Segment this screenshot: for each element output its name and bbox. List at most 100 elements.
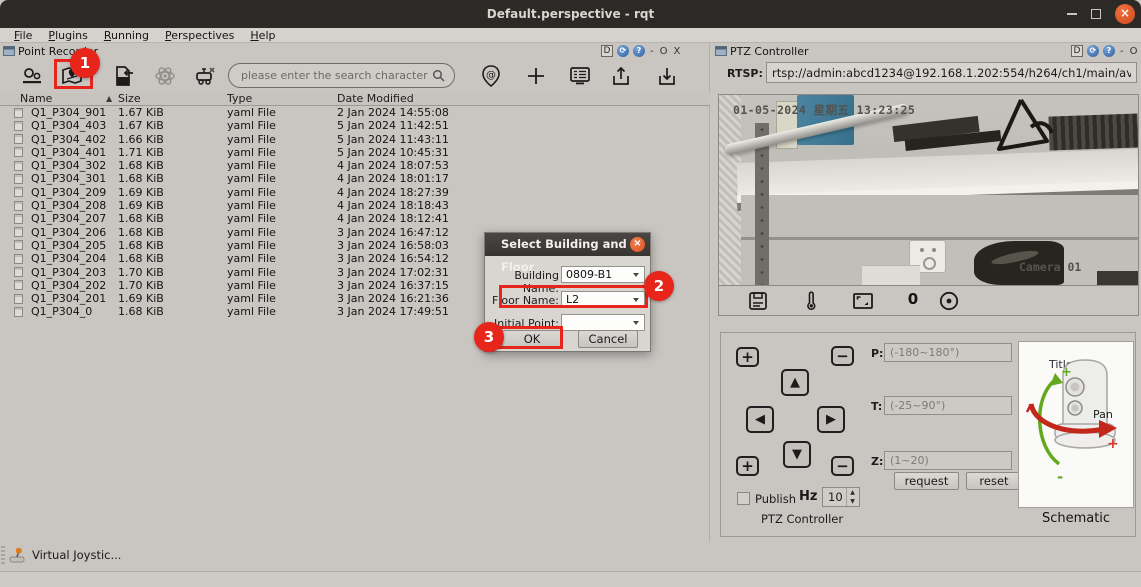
rtsp-url-input[interactable] <box>766 62 1137 83</box>
column-header-name[interactable]: Name <box>20 92 52 105</box>
request-button[interactable]: request <box>894 472 959 490</box>
table-row[interactable]: Q1_P304_2081.69 KiByaml File4 Jan 2024 1… <box>0 199 710 212</box>
file-icon <box>14 147 23 157</box>
table-row[interactable]: Q1_P304_2071.68 KiByaml File4 Jan 2024 1… <box>0 212 710 225</box>
fullscreen-button[interactable] <box>851 289 875 313</box>
cell-date: 3 Jan 2024 16:47:12 <box>337 226 449 239</box>
cell-type: yaml File <box>227 199 276 212</box>
cell-date: 4 Jan 2024 18:12:41 <box>337 212 449 225</box>
annotation-highlight-box-2 <box>499 285 648 308</box>
pan-left-button[interactable]: ◀ <box>746 406 774 433</box>
table-row[interactable]: Q1_P304_3021.68 KiByaml File4 Jan 2024 1… <box>0 159 710 172</box>
dock-help-icon[interactable]: ? <box>1103 45 1115 57</box>
file-icon <box>14 187 23 197</box>
atom-button[interactable] <box>151 62 179 90</box>
menu-plugins[interactable]: Plugins <box>40 28 95 42</box>
cell-type: yaml File <box>227 146 276 159</box>
window-titlebar: Default.perspective - rqt × <box>0 0 1141 28</box>
column-header-size[interactable]: Size <box>118 92 141 105</box>
table-row[interactable]: Q1_P304_4031.67 KiByaml File5 Jan 2024 1… <box>0 119 710 132</box>
table-row[interactable]: Q1_P304_9011.67 KiByaml File2 Jan 2024 1… <box>0 106 710 119</box>
initial-point-select[interactable] <box>561 314 645 331</box>
locate-at-button[interactable]: @ <box>477 62 505 90</box>
snapshot-save-button[interactable] <box>746 289 770 313</box>
record-button[interactable] <box>937 289 961 313</box>
upload-button[interactable] <box>607 62 635 90</box>
add-point-button[interactable] <box>522 62 550 90</box>
cell-type: yaml File <box>227 119 276 132</box>
menu-perspectives[interactable]: Perspectives <box>157 28 242 42</box>
cell-type: yaml File <box>227 239 276 252</box>
cell-date: 4 Jan 2024 18:18:43 <box>337 199 449 212</box>
robot-button[interactable] <box>191 62 219 90</box>
search-box <box>228 63 455 88</box>
cell-date: 3 Jan 2024 17:49:51 <box>337 305 449 318</box>
dock-float-button[interactable]: O <box>1129 46 1139 57</box>
window-close-button[interactable]: × <box>1115 4 1135 24</box>
table-row[interactable]: Q1_P304_4011.71 KiByaml File5 Jan 2024 1… <box>0 146 710 159</box>
download-button[interactable] <box>653 62 681 90</box>
reset-button[interactable]: reset <box>966 472 1022 490</box>
zoom-value-input[interactable] <box>884 451 1012 470</box>
dock-minimize-button[interactable]: - <box>1119 46 1125 57</box>
file-icon <box>14 174 23 184</box>
cell-type: yaml File <box>227 186 276 199</box>
cell-type: yaml File <box>227 212 276 225</box>
dock-grip-handle[interactable] <box>1 546 5 566</box>
cell-date: 3 Jan 2024 16:58:03 <box>337 239 449 252</box>
cell-size: 1.68 KiB <box>118 252 164 265</box>
file-icon <box>14 201 23 211</box>
dock-help-icon[interactable]: ? <box>633 45 645 57</box>
zoom-in-button-bottom[interactable]: + <box>736 456 759 476</box>
table-row[interactable]: Q1_P304_2091.69 KiByaml File4 Jan 2024 1… <box>0 186 710 199</box>
column-header-type[interactable]: Type <box>227 92 252 105</box>
tilt-up-button[interactable]: ▲ <box>781 369 809 396</box>
cell-name: Q1_P304_203 <box>31 266 106 279</box>
building-name-select[interactable]: 0809-B1 <box>561 266 645 283</box>
spinner-arrows-icon[interactable]: ▲▼ <box>846 488 858 506</box>
dock-d-button[interactable]: D <box>601 45 613 57</box>
settings-button[interactable] <box>18 62 46 90</box>
video-scene-shape <box>991 97 1053 159</box>
search-input[interactable] <box>229 69 432 82</box>
ptz-camera-schematic: Title + - Pan + <box>1019 342 1133 507</box>
video-timestamp-overlay: 01-05-2024 星期五 13:23:25 <box>733 102 915 118</box>
zoom-out-button-bottom[interactable]: − <box>831 456 854 476</box>
annotation-step-2-badge: 2 <box>644 271 674 301</box>
export-file-button[interactable] <box>109 62 137 90</box>
hz-spinner[interactable]: 10 ▲▼ <box>822 487 860 507</box>
ptz-control-group: + − ▲ ◀ ▶ ▼ + − P: T: Z: request reset P… <box>720 332 1136 537</box>
menu-help[interactable]: Help <box>242 28 283 42</box>
column-header-date[interactable]: Date Modified <box>337 92 414 105</box>
zoom-out-button-top[interactable]: − <box>831 346 854 366</box>
window-maximize-button[interactable] <box>1091 9 1101 19</box>
dock-close-button[interactable]: X <box>672 46 681 57</box>
dock-d-button[interactable]: D <box>1071 45 1083 57</box>
file-icon <box>14 280 23 290</box>
publish-checkbox[interactable] <box>737 492 750 505</box>
statusbar <box>0 571 1141 587</box>
list-view-button[interactable] <box>566 62 594 90</box>
zoom-in-button-top[interactable]: + <box>736 347 759 367</box>
thermometer-button[interactable] <box>799 289 823 313</box>
dock-reload-icon[interactable]: ⟳ <box>1087 45 1099 57</box>
pan-right-button[interactable]: ▶ <box>817 406 845 433</box>
cancel-button[interactable]: Cancel <box>578 330 638 348</box>
pan-value-input[interactable] <box>884 343 1012 362</box>
tilt-down-button[interactable]: ▼ <box>783 441 811 468</box>
dock-float-button[interactable]: O <box>659 46 669 57</box>
cell-name: Q1_P304_202 <box>31 279 106 292</box>
table-row[interactable]: Q1_P304_3011.68 KiByaml File4 Jan 2024 1… <box>0 172 710 185</box>
menu-file[interactable]: File <box>6 28 40 42</box>
dialog-close-button[interactable]: × <box>630 237 645 252</box>
sort-ascending-icon: ▲ <box>106 92 112 105</box>
cell-date: 3 Jan 2024 17:02:31 <box>337 266 449 279</box>
virtual-joystick-tab[interactable]: Virtual Joystic... <box>8 544 121 566</box>
tilt-value-input[interactable] <box>884 396 1012 415</box>
menu-running[interactable]: Running <box>96 28 157 42</box>
window-minimize-button[interactable] <box>1067 13 1077 15</box>
cell-name: Q1_P304_201 <box>31 292 106 305</box>
table-row[interactable]: Q1_P304_4021.66 KiByaml File5 Jan 2024 1… <box>0 133 710 146</box>
dock-minimize-button[interactable]: - <box>649 46 655 57</box>
dock-reload-icon[interactable]: ⟳ <box>617 45 629 57</box>
